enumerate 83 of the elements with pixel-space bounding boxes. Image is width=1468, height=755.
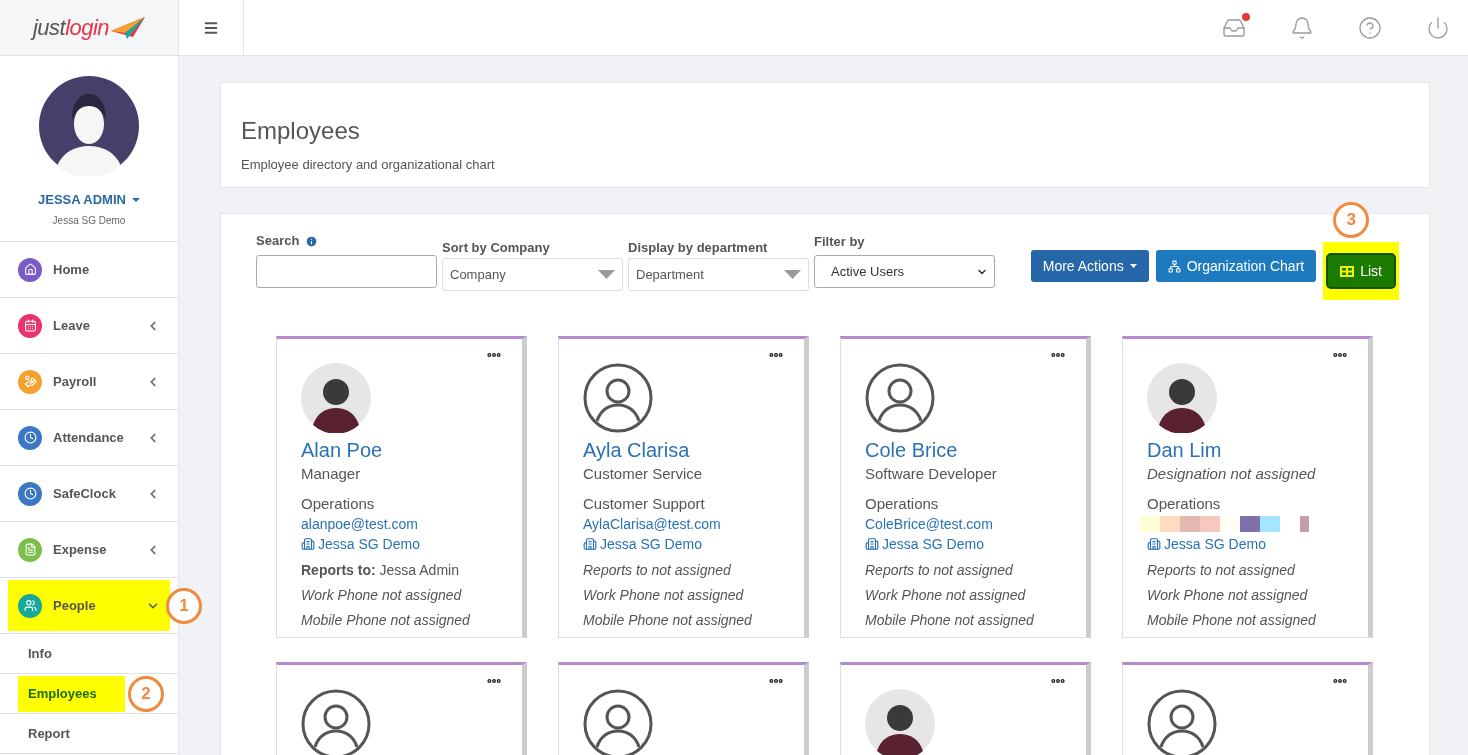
company-link[interactable]: Jessa SG Demo [318,534,420,554]
info-text: Work Phone not assigned [865,586,1027,605]
info-icon [305,234,319,248]
field-label: Sort by Company [442,239,551,256]
list-view-button[interactable]: List [1328,255,1394,287]
filter-select[interactable]: Active Users [814,255,995,288]
search-field[interactable] [256,255,437,288]
nav-item[interactable]: SafeClock [8,468,170,519]
department: Customer Support [583,494,706,514]
menu-icon[interactable] [203,19,219,36]
employee-name-link[interactable]: Dan Lim [1147,438,1344,462]
more-actions-button[interactable]: More Actions [1030,250,1149,282]
field-label: Search [256,232,300,251]
nav-item[interactable]: People [8,580,170,631]
avatar [865,363,935,433]
org-chart-button[interactable]: Organization Chart [1155,250,1317,282]
avatar [301,363,371,433]
org-chart-icon [1167,259,1181,273]
company-link[interactable]: Jessa SG Demo [882,534,984,554]
grid-icon [1340,265,1355,277]
paper-plane-icon [111,16,146,39]
company-link[interactable]: Jessa SG Demo [1164,534,1266,554]
employee-name-link[interactable]: Cole Brice [865,438,1062,462]
dropdown-field[interactable]: Department [628,258,809,291]
page-title: Employees [241,116,361,146]
info-text: Mobile Phone not assigned [583,611,753,630]
info-text: Work Phone not assigned [583,586,745,605]
employee-name-link[interactable]: Alan Poe [301,438,498,462]
user-name[interactable]: JESSA ADMIN [38,190,126,210]
department: Operations [865,494,940,514]
caret-icon [1129,264,1137,268]
avatar [1147,363,1217,433]
job-title: Software Developer [865,464,998,484]
email-link[interactable]: AylaClarisa@test.com [583,514,780,534]
user-company: Jessa SG Demo [52,213,126,228]
job-title: Designation not assigned [1147,464,1317,484]
dropdown-field[interactable]: Company [442,258,623,291]
caret-icon[interactable] [131,197,140,202]
nav-item[interactable]: Expense [8,524,170,575]
department: Operations [301,494,376,514]
submenu-item[interactable]: Employees [18,675,125,712]
field-label: Display by department [628,239,769,256]
bell-icon[interactable] [1290,15,1314,40]
nav-item[interactable]: Leave [8,300,170,351]
info-text: Reports to: Jessa Admin [301,561,460,580]
avatar [301,689,371,755]
info-text: Reports to not assigned [865,561,1014,580]
building-icon [865,537,879,551]
submenu-item[interactable]: Report [18,715,80,752]
step-number-badge: 1 [166,588,202,624]
caret-icon [784,270,801,279]
avatar [583,689,653,755]
info-text: Reports to not assigned [583,561,732,580]
building-icon [583,537,597,551]
logo-text: justlogin [32,14,110,42]
job-title: Manager [301,464,362,484]
nav-item[interactable]: Attendance [8,412,170,463]
step-number-badge: 2 [128,676,164,712]
submenu-item[interactable]: Info [18,635,62,672]
building-icon [1147,537,1161,551]
nav-item[interactable]: Payroll [8,356,170,407]
help-icon[interactable] [1358,15,1382,40]
info-text: Work Phone not assigned [301,586,463,605]
avatar [1147,689,1217,755]
building-icon [301,537,315,551]
info-text: Reports to not assigned [1147,561,1296,580]
caret-icon [598,270,615,279]
department: Operations [1147,494,1222,514]
nav-item[interactable]: Home [8,244,170,295]
info-text: Work Phone not assigned [1147,586,1309,605]
info-text: Mobile Phone not assigned [865,611,1035,630]
info-text: Mobile Phone not assigned [301,611,471,630]
email-link[interactable]: alanpoe@test.com [301,514,498,534]
employee-name-link[interactable]: Ayla Clarisa [583,438,780,462]
page-subtitle: Employee directory and organizational chart [241,156,496,174]
info-text: Mobile Phone not assigned [1147,611,1317,630]
job-title: Customer Service [583,464,704,484]
avatar [583,363,653,433]
email-link[interactable]: ColeBrice@test.com [865,514,1062,534]
field-label: Filter by [814,233,866,250]
step-number-badge: 3 [1333,202,1370,238]
power-icon[interactable] [1426,15,1450,40]
company-link[interactable]: Jessa SG Demo [600,534,702,554]
